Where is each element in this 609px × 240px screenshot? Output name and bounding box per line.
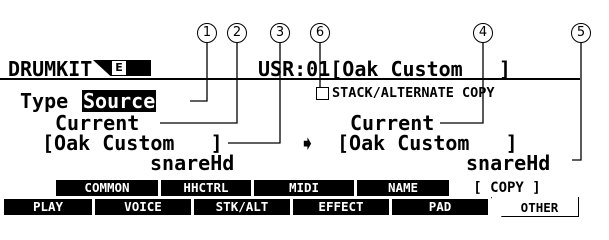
tab-play[interactable]: PLAY: [4, 199, 92, 215]
tab-common[interactable]: COMMON: [56, 180, 158, 196]
kit-location: USR:01[Oak Custom ]: [258, 57, 511, 81]
stack-alternate-checkbox[interactable]: [316, 87, 329, 100]
tab-effect[interactable]: EFFECT: [293, 199, 389, 215]
tab-voice[interactable]: VOICE: [95, 199, 191, 215]
tab-midi[interactable]: MIDI: [254, 180, 354, 196]
destination-voice[interactable]: snareHd: [466, 152, 550, 174]
stack-alternate-label: STACK/ALTERNATE COPY: [332, 85, 495, 101]
copy-arrow-icon: ➧: [299, 131, 316, 155]
tab-stk-alt[interactable]: STK/ALT: [194, 199, 290, 215]
tab-name[interactable]: NAME: [357, 180, 449, 196]
tab-pad[interactable]: PAD: [392, 199, 488, 215]
type-selector[interactable]: Source: [82, 90, 157, 112]
header-divider: [0, 78, 580, 80]
type-label: Type: [20, 89, 69, 113]
tab-copy[interactable]: [ COPY ]: [452, 180, 562, 196]
tab-other[interactable]: OTHER: [500, 200, 579, 216]
mode-title: DRUMKIT: [8, 57, 93, 81]
tab-hhctrl[interactable]: HHCTRL: [161, 180, 251, 196]
source-voice[interactable]: snareHd: [150, 152, 234, 174]
edit-badge: E: [112, 61, 126, 75]
drumkit-copy-screen: { "callouts": ["1", "2", "3", "4", "5", …: [0, 0, 609, 220]
